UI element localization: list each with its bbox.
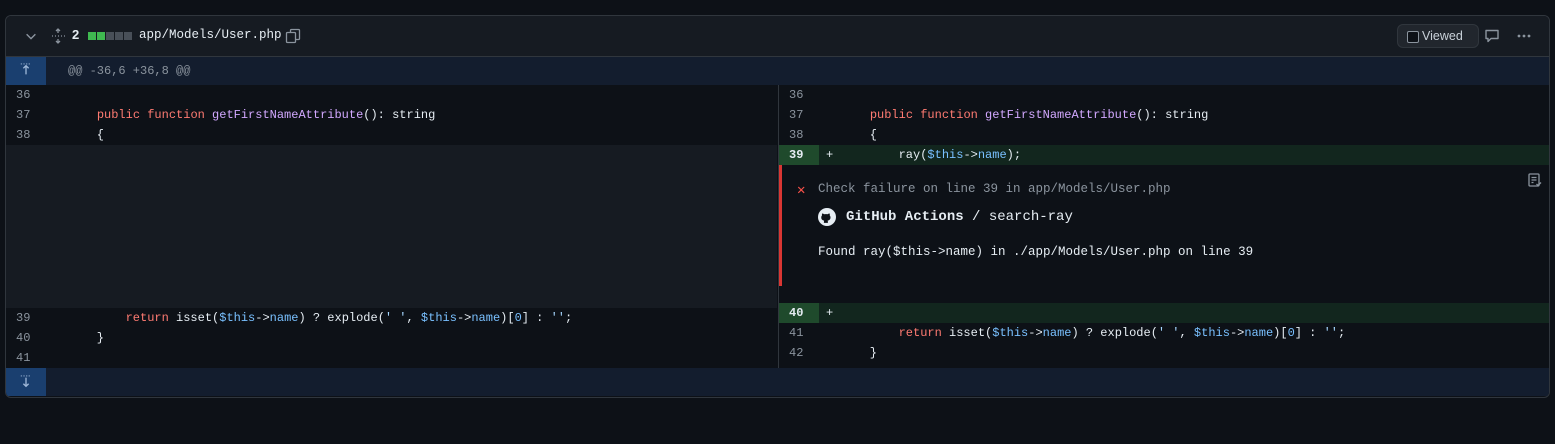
diff-right-side: 36 37 public function getFirstNameAttrib… <box>778 85 1549 380</box>
comment-icon[interactable] <box>1484 28 1500 44</box>
x-icon: ✕ <box>797 183 806 199</box>
code-line: ray($this->name); <box>841 148 1022 162</box>
code-line: public function getFirstNameAttribute():… <box>96 108 436 122</box>
diff-line: 36 <box>779 85 1549 105</box>
hunk-footer <box>6 368 1549 396</box>
code-line: } <box>841 346 878 360</box>
code-line: return isset($this->name) ? explode(' ',… <box>125 311 573 325</box>
line-number[interactable]: 38 <box>779 128 819 142</box>
changes-count: 2 <box>72 27 80 42</box>
addition-sign: + <box>826 306 834 320</box>
line-number[interactable]: 41 <box>779 326 819 340</box>
check-annotation: ✕ Check failure on line 39 in app/Models… <box>779 165 1549 286</box>
checklist-icon[interactable] <box>1527 172 1543 188</box>
line-number[interactable]: 36 <box>779 88 819 102</box>
file-header: 2 app/Models/User.php Viewed <box>6 16 1549 57</box>
diff-line: 36 <box>6 85 777 105</box>
diff-file: 2 app/Models/User.php Viewed @@ -36,6 +3… <box>5 15 1550 398</box>
unfold-icon[interactable] <box>50 28 66 44</box>
diff-line: 38 { <box>779 125 1549 145</box>
annotation-title: Check failure on line 39 in app/Models/U… <box>818 182 1171 196</box>
line-number[interactable]: 36 <box>6 88 46 102</box>
line-number[interactable]: 42 <box>779 346 819 360</box>
expand-down-button[interactable] <box>6 368 46 396</box>
diff-line: 37 public function getFirstNameAttribute… <box>779 105 1549 125</box>
diff-line: 39 return isset($this->name) ? explode('… <box>6 308 777 328</box>
line-number[interactable]: 40 <box>779 306 819 320</box>
viewed-checkbox[interactable] <box>1407 31 1419 43</box>
code-line: { <box>841 128 878 142</box>
added-line: 40 + <box>779 303 1549 323</box>
diff-line: 37 public function getFirstNameAttribute… <box>6 105 777 125</box>
diffstat-blocks <box>88 32 132 40</box>
expand-up-button[interactable] <box>6 57 46 85</box>
file-name-link[interactable]: app/Models/User.php <box>139 28 282 42</box>
line-number[interactable]: 41 <box>6 351 46 365</box>
line-number[interactable]: 37 <box>6 108 46 122</box>
diff-line: 38 { <box>6 125 777 145</box>
code-line: public function getFirstNameAttribute():… <box>869 108 1209 122</box>
annotation-message: Found ray($this->name) in ./app/Models/U… <box>818 245 1254 259</box>
code-line: { <box>68 128 105 142</box>
diff-line: 42 } <box>779 343 1549 363</box>
viewed-toggle[interactable]: Viewed <box>1397 24 1479 48</box>
viewed-label: Viewed <box>1422 29 1463 43</box>
diff-left-side: 36 37 public function getFirstNameAttrib… <box>6 85 777 368</box>
code-line: return isset($this->name) ? explode(' ',… <box>898 326 1346 340</box>
line-number[interactable]: 39 <box>779 148 819 162</box>
kebab-horizontal-icon[interactable] <box>1516 28 1532 44</box>
added-line: 39 + ray($this->name); <box>779 145 1549 165</box>
line-number[interactable]: 38 <box>6 128 46 142</box>
diff-line: 41 return isset($this->name) ? explode('… <box>779 323 1549 343</box>
line-number[interactable]: 37 <box>779 108 819 122</box>
addition-sign: + <box>826 148 834 162</box>
copy-icon[interactable] <box>285 28 301 44</box>
fold-down-icon <box>20 375 32 388</box>
diff-line: 41 <box>6 348 777 368</box>
hunk-header: @@ -36,6 +36,8 @@ <box>6 57 1549 85</box>
fold-up-icon <box>20 63 32 75</box>
line-number[interactable]: 39 <box>6 311 46 325</box>
empty-placeholder <box>6 145 777 308</box>
chevron-down-icon[interactable] <box>24 29 38 43</box>
github-mark-icon <box>818 208 836 226</box>
annotation-app: GitHub Actions / search-ray <box>846 209 1073 225</box>
diff-line: 40 } <box>6 328 777 348</box>
hunk-header-text: @@ -36,6 +36,8 @@ <box>68 64 191 78</box>
code-line: } <box>68 331 105 345</box>
line-number[interactable]: 40 <box>6 331 46 345</box>
